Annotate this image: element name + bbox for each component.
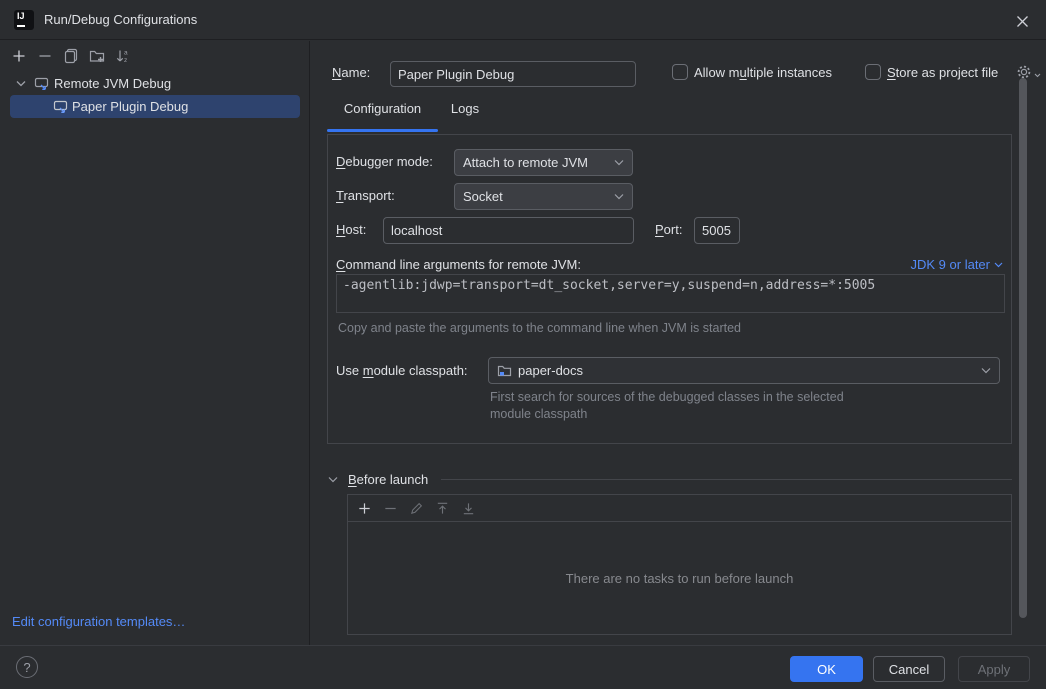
chevron-down-icon <box>328 476 338 483</box>
apply-button: Apply <box>958 656 1030 682</box>
tree-group-label: Remote JVM Debug <box>54 76 171 91</box>
command-line-arguments-field[interactable]: -agentlib:jdwp=transport=dt_socket,serve… <box>336 274 1005 313</box>
transport-dropdown[interactable]: Socket <box>454 183 633 210</box>
store-as-project-file-label: Store as project file <box>887 65 998 80</box>
svg-text:a: a <box>124 50 128 57</box>
command-line-hint: Copy and paste the arguments to the comm… <box>338 321 741 335</box>
jdk-version-dropdown[interactable]: JDK 9 or later <box>911 257 1003 272</box>
before-launch-toggle[interactable]: Before launch <box>328 472 428 487</box>
sort-alphabetically-icon[interactable]: az <box>114 47 132 65</box>
tab-logs[interactable]: Logs <box>438 101 492 134</box>
run-debug-configurations-dialog: IJ Run/Debug Configurations az <box>0 0 1046 689</box>
before-launch-toolbar <box>348 495 1011 522</box>
help-icon[interactable]: ? <box>16 656 38 678</box>
ok-button[interactable]: OK <box>790 656 863 682</box>
name-input[interactable] <box>390 61 636 87</box>
port-input[interactable] <box>694 217 740 244</box>
before-launch-label: Before launch <box>348 472 428 487</box>
dialog-title: Run/Debug Configurations <box>44 12 197 27</box>
close-icon[interactable] <box>1012 11 1032 31</box>
before-launch-divider <box>441 479 1012 480</box>
module-classpath-hint-line2: module classpath <box>490 407 587 421</box>
module-classpath-hint-line1: First search for sources of the debugged… <box>490 390 844 404</box>
host-label: Host: <box>336 222 366 237</box>
store-options-gear-icon[interactable] <box>1016 64 1041 80</box>
chevron-down-icon <box>994 262 1003 268</box>
add-task-icon[interactable] <box>355 499 373 517</box>
remote-debug-config-icon <box>34 76 50 92</box>
before-launch-empty-text: There are no tasks to run before launch <box>348 522 1011 634</box>
edit-task-icon[interactable] <box>407 499 425 517</box>
tree-item-label: Paper Plugin Debug <box>72 99 188 114</box>
copy-configuration-icon[interactable] <box>62 47 80 65</box>
configuration-editor: Name: Allow multiple instances Store as … <box>311 41 1046 645</box>
tree-item-paper-plugin-debug[interactable]: Paper Plugin Debug <box>10 95 300 118</box>
host-input[interactable] <box>383 217 634 244</box>
move-up-icon[interactable] <box>433 499 451 517</box>
move-down-icon[interactable] <box>459 499 477 517</box>
add-configuration-icon[interactable] <box>10 47 28 65</box>
vertical-scrollbar[interactable] <box>1019 78 1027 618</box>
transport-label: Transport: <box>336 188 395 203</box>
intellij-logo-icon: IJ <box>14 10 34 30</box>
command-line-arguments-label: Command line arguments for remote JVM: <box>336 257 581 272</box>
port-label: Port: <box>655 222 682 237</box>
chevron-down-icon <box>614 193 624 200</box>
module-icon <box>497 364 512 378</box>
svg-text:z: z <box>124 57 127 64</box>
new-folder-icon[interactable] <box>88 47 106 65</box>
chevron-down-icon <box>614 159 624 166</box>
title-bar: IJ Run/Debug Configurations <box>0 0 1046 40</box>
configuration-tab-panel: Debugger mode: Attach to remote JVM Tran… <box>327 134 1012 444</box>
tree-group-remote-jvm-debug[interactable]: Remote JVM Debug <box>0 72 310 95</box>
module-classpath-dropdown[interactable]: paper-docs <box>488 357 1000 384</box>
active-tab-indicator <box>327 129 438 132</box>
before-launch-panel: There are no tasks to run before launch <box>347 494 1012 635</box>
store-as-project-file-checkbox[interactable] <box>865 64 881 80</box>
cancel-button[interactable]: Cancel <box>873 656 945 682</box>
dialog-footer: ? OK Cancel Apply <box>0 645 1046 689</box>
allow-multiple-instances-checkbox[interactable] <box>672 64 688 80</box>
chevron-down-icon <box>981 367 991 374</box>
name-label: Name: <box>332 65 370 80</box>
configurations-sidebar: az Remote JVM Debug Paper Plugin Debug E… <box>0 41 310 645</box>
logo-text: IJ <box>17 11 25 21</box>
edit-configuration-templates-link[interactable]: Edit configuration templates… <box>12 614 185 629</box>
debugger-mode-dropdown[interactable]: Attach to remote JVM <box>454 149 633 176</box>
use-module-classpath-label: Use module classpath: <box>336 363 468 378</box>
debugger-mode-label: Debugger mode: <box>336 154 433 169</box>
remove-configuration-icon[interactable] <box>36 47 54 65</box>
remote-debug-config-icon <box>53 99 69 115</box>
allow-multiple-instances-label: Allow multiple instances <box>694 65 832 80</box>
remove-task-icon[interactable] <box>381 499 399 517</box>
chevron-down-icon[interactable] <box>16 80 26 87</box>
